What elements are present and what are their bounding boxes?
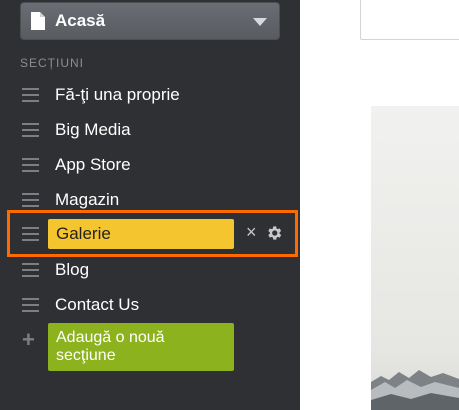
section-item-label: App Store (55, 155, 131, 174)
page-preview (300, 0, 459, 410)
drag-handle-icon[interactable] (22, 88, 39, 102)
section-item-app-store[interactable]: App Store (0, 151, 300, 181)
section-item-label: Fă-ţi una proprie (55, 85, 180, 104)
section-item-make-your-own[interactable]: Fă-ţi una proprie (0, 81, 300, 111)
plus-icon: + (22, 327, 35, 352)
section-item-label: Big Media (55, 120, 131, 139)
section-item-label: Blog (55, 260, 90, 279)
section-item-contact-us[interactable]: Contact Us (0, 291, 300, 321)
sidebar: Acasă SECȚIUNI Fă-ţi una proprie Big Med… (0, 0, 300, 410)
preview-top-field[interactable] (360, 0, 459, 40)
add-section-button[interactable]: Adaugă o nouă secţiune (48, 323, 234, 371)
section-item-label: Contact Us (55, 295, 140, 314)
drag-handle-icon[interactable] (22, 193, 39, 207)
chevron-down-icon (253, 18, 267, 26)
drag-handle-icon[interactable] (22, 227, 39, 241)
drag-handle-icon[interactable] (22, 123, 39, 137)
section-item-blog[interactable]: Blog (0, 256, 300, 286)
page-selector-dropdown[interactable]: Acasă (20, 2, 280, 40)
close-icon[interactable]: × (246, 222, 257, 243)
section-name-input[interactable] (48, 219, 234, 249)
hero-image (371, 106, 459, 410)
drag-handle-icon[interactable] (22, 263, 39, 277)
section-item-big-media[interactable]: Big Media (0, 116, 300, 146)
mountain-image (371, 370, 459, 410)
page-selector-label: Acasă (55, 11, 106, 30)
section-item-label: Magazin (55, 190, 120, 209)
drag-handle-icon[interactable] (22, 298, 39, 312)
gear-icon[interactable] (265, 224, 283, 242)
sections-heading: SECȚIUNI (20, 56, 85, 70)
drag-handle-icon[interactable] (22, 158, 39, 172)
document-icon (31, 12, 45, 30)
